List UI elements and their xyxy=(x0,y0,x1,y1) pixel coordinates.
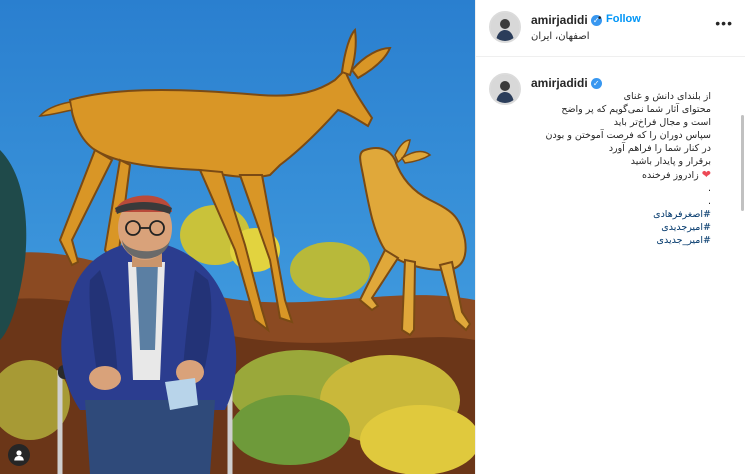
location-link[interactable]: اصفهان، ایران xyxy=(531,31,590,42)
caption-username[interactable]: amirjadidi ✓ xyxy=(531,76,602,90)
avatar[interactable] xyxy=(489,11,521,43)
follow-button[interactable]: Follow xyxy=(606,13,641,25)
separator-dot: • xyxy=(598,13,602,24)
caption-line: در کنار شما را فراهم آورد xyxy=(608,143,711,154)
username-text[interactable]: amirjadidi xyxy=(531,76,588,90)
caption-line: از بلندای دانش و غنای xyxy=(623,91,711,102)
caption-line: زادروز فرخنده xyxy=(642,170,699,181)
profile-picture xyxy=(491,13,519,41)
caption-line: برقرار و پایدار باشید xyxy=(630,156,711,167)
scrollbar-thumb[interactable] xyxy=(741,115,744,211)
hashtag-link[interactable]: #اصغرفرهادی xyxy=(531,208,711,221)
caption-line-with-emoji: ❤ زادروز فرخنده xyxy=(531,168,711,182)
heart-emoji-icon: ❤ xyxy=(701,168,711,181)
user-tag-button[interactable] xyxy=(8,444,30,466)
caption-avatar[interactable] xyxy=(489,73,521,105)
username-text[interactable]: amirjadidi xyxy=(531,13,588,27)
post-side-panel: amirjadidi ✓ • Follow اصفهان، ایران ••• a… xyxy=(475,0,745,474)
profile-picture xyxy=(491,75,519,103)
hashtag-link[interactable]: #امیرجدیدی xyxy=(531,221,711,234)
mural-painting xyxy=(0,0,475,474)
verified-badge-icon: ✓ xyxy=(590,78,602,89)
caption-line: است و مجال فراخ‌تر باید xyxy=(613,117,711,128)
hashtag-link[interactable]: #امیر_جدیدی xyxy=(531,234,711,247)
header-username[interactable]: amirjadidi ✓ xyxy=(531,13,602,27)
caption-line: سپاس دوران را که فرصت آموختن و بودن xyxy=(545,130,711,141)
post-header: amirjadidi ✓ • Follow اصفهان، ایران ••• xyxy=(476,0,745,57)
more-options-icon[interactable]: ••• xyxy=(715,16,733,30)
person-icon xyxy=(14,450,24,461)
caption-line: محتوای آثار شما نمی‌گویم که پر واضح xyxy=(561,104,711,115)
caption-area: amirjadidi ✓ از بلندای دانش و غنای محتوای… xyxy=(476,57,745,475)
post-photo[interactable] xyxy=(0,0,475,474)
caption-dot: . xyxy=(707,196,711,207)
caption-dot: . xyxy=(707,183,711,194)
caption-text: از بلندای دانش و غنای محتوای آثار شما نم… xyxy=(531,90,711,247)
